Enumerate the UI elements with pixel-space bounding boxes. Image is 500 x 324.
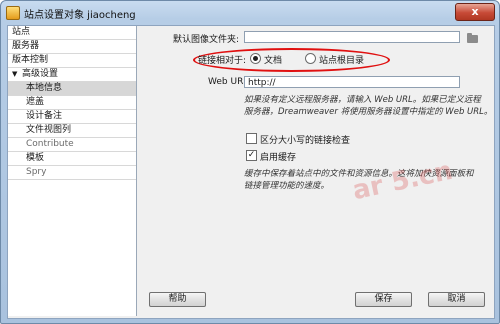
sidebar-item-advanced-settings[interactable]: ▼ 高级设置 (8, 68, 136, 82)
dialog-window: 站点设置对象 jiaocheng x 站点 服务器 版本控制 ▼ 高级设置 本地信… (0, 0, 500, 324)
sidebar-item-cloaking[interactable]: 遮盖 (8, 96, 136, 110)
default-image-folder-input[interactable] (244, 31, 460, 43)
enable-cache-checkbox[interactable]: ✓ (246, 150, 257, 161)
radio-document-label: 文档 (264, 56, 283, 66)
case-sensitive-checkbox[interactable] (246, 133, 257, 144)
radio-site-root-label: 站点根目录 (319, 56, 365, 66)
category-sidebar: 站点 服务器 版本控制 ▼ 高级设置 本地信息 遮盖 设计备注 文件视图列 Con… (8, 26, 137, 316)
enable-cache-label: 启用缓存 (260, 153, 297, 163)
help-button[interactable]: 帮助 (149, 292, 206, 307)
title-bar[interactable]: 站点设置对象 jiaocheng x (1, 1, 499, 25)
local-info-panel: 默认图像文件夹: 链接相对于: 文档 站点根目录 Web URL: http:/… (137, 26, 494, 316)
sidebar-item-servers[interactable]: 服务器 (8, 40, 136, 54)
cache-note-line2: 链接管理功能的速度。 (244, 181, 330, 191)
save-button[interactable]: 保存 (355, 292, 412, 307)
sidebar-item-spry[interactable]: Spry (8, 166, 136, 180)
close-button[interactable]: x (455, 3, 495, 21)
sidebar-item-version-control[interactable]: 版本控制 (8, 54, 136, 68)
default-image-folder-label: 默认图像文件夹: (173, 35, 240, 45)
sidebar-item-site[interactable]: 站点 (8, 26, 136, 40)
links-relative-label: 链接相对于: (198, 56, 247, 66)
app-icon (6, 6, 20, 20)
case-sensitive-label: 区分大小写的链接检查 (260, 136, 351, 146)
cancel-button[interactable]: 取消 (428, 292, 485, 307)
sidebar-item-templates[interactable]: 模板 (8, 152, 136, 166)
dialog-client-area: 站点 服务器 版本控制 ▼ 高级设置 本地信息 遮盖 设计备注 文件视图列 Con… (7, 25, 495, 319)
sidebar-item-local-info[interactable]: 本地信息 (8, 82, 136, 96)
collapse-arrow-icon[interactable]: ▼ (12, 68, 22, 81)
web-url-input[interactable]: http:// (244, 76, 460, 88)
sidebar-item-design-notes[interactable]: 设计备注 (8, 110, 136, 124)
sidebar-item-contribute[interactable]: Contribute (8, 138, 136, 152)
web-url-note-line2: 服务器，Dreamweaver 将使用服务器设置中指定的 Web URL。 (244, 107, 493, 117)
radio-site-root[interactable] (305, 53, 316, 64)
web-url-note-line1: 如果没有定义远程服务器，请输入 Web URL。如果已定义远程 (244, 95, 481, 105)
browse-folder-icon[interactable] (467, 33, 478, 43)
radio-document[interactable] (250, 53, 261, 64)
watermark: ar 5.cn (349, 155, 456, 207)
sidebar-item-file-view-columns[interactable]: 文件视图列 (8, 124, 136, 138)
window-title: 站点设置对象 jiaocheng (24, 10, 136, 21)
